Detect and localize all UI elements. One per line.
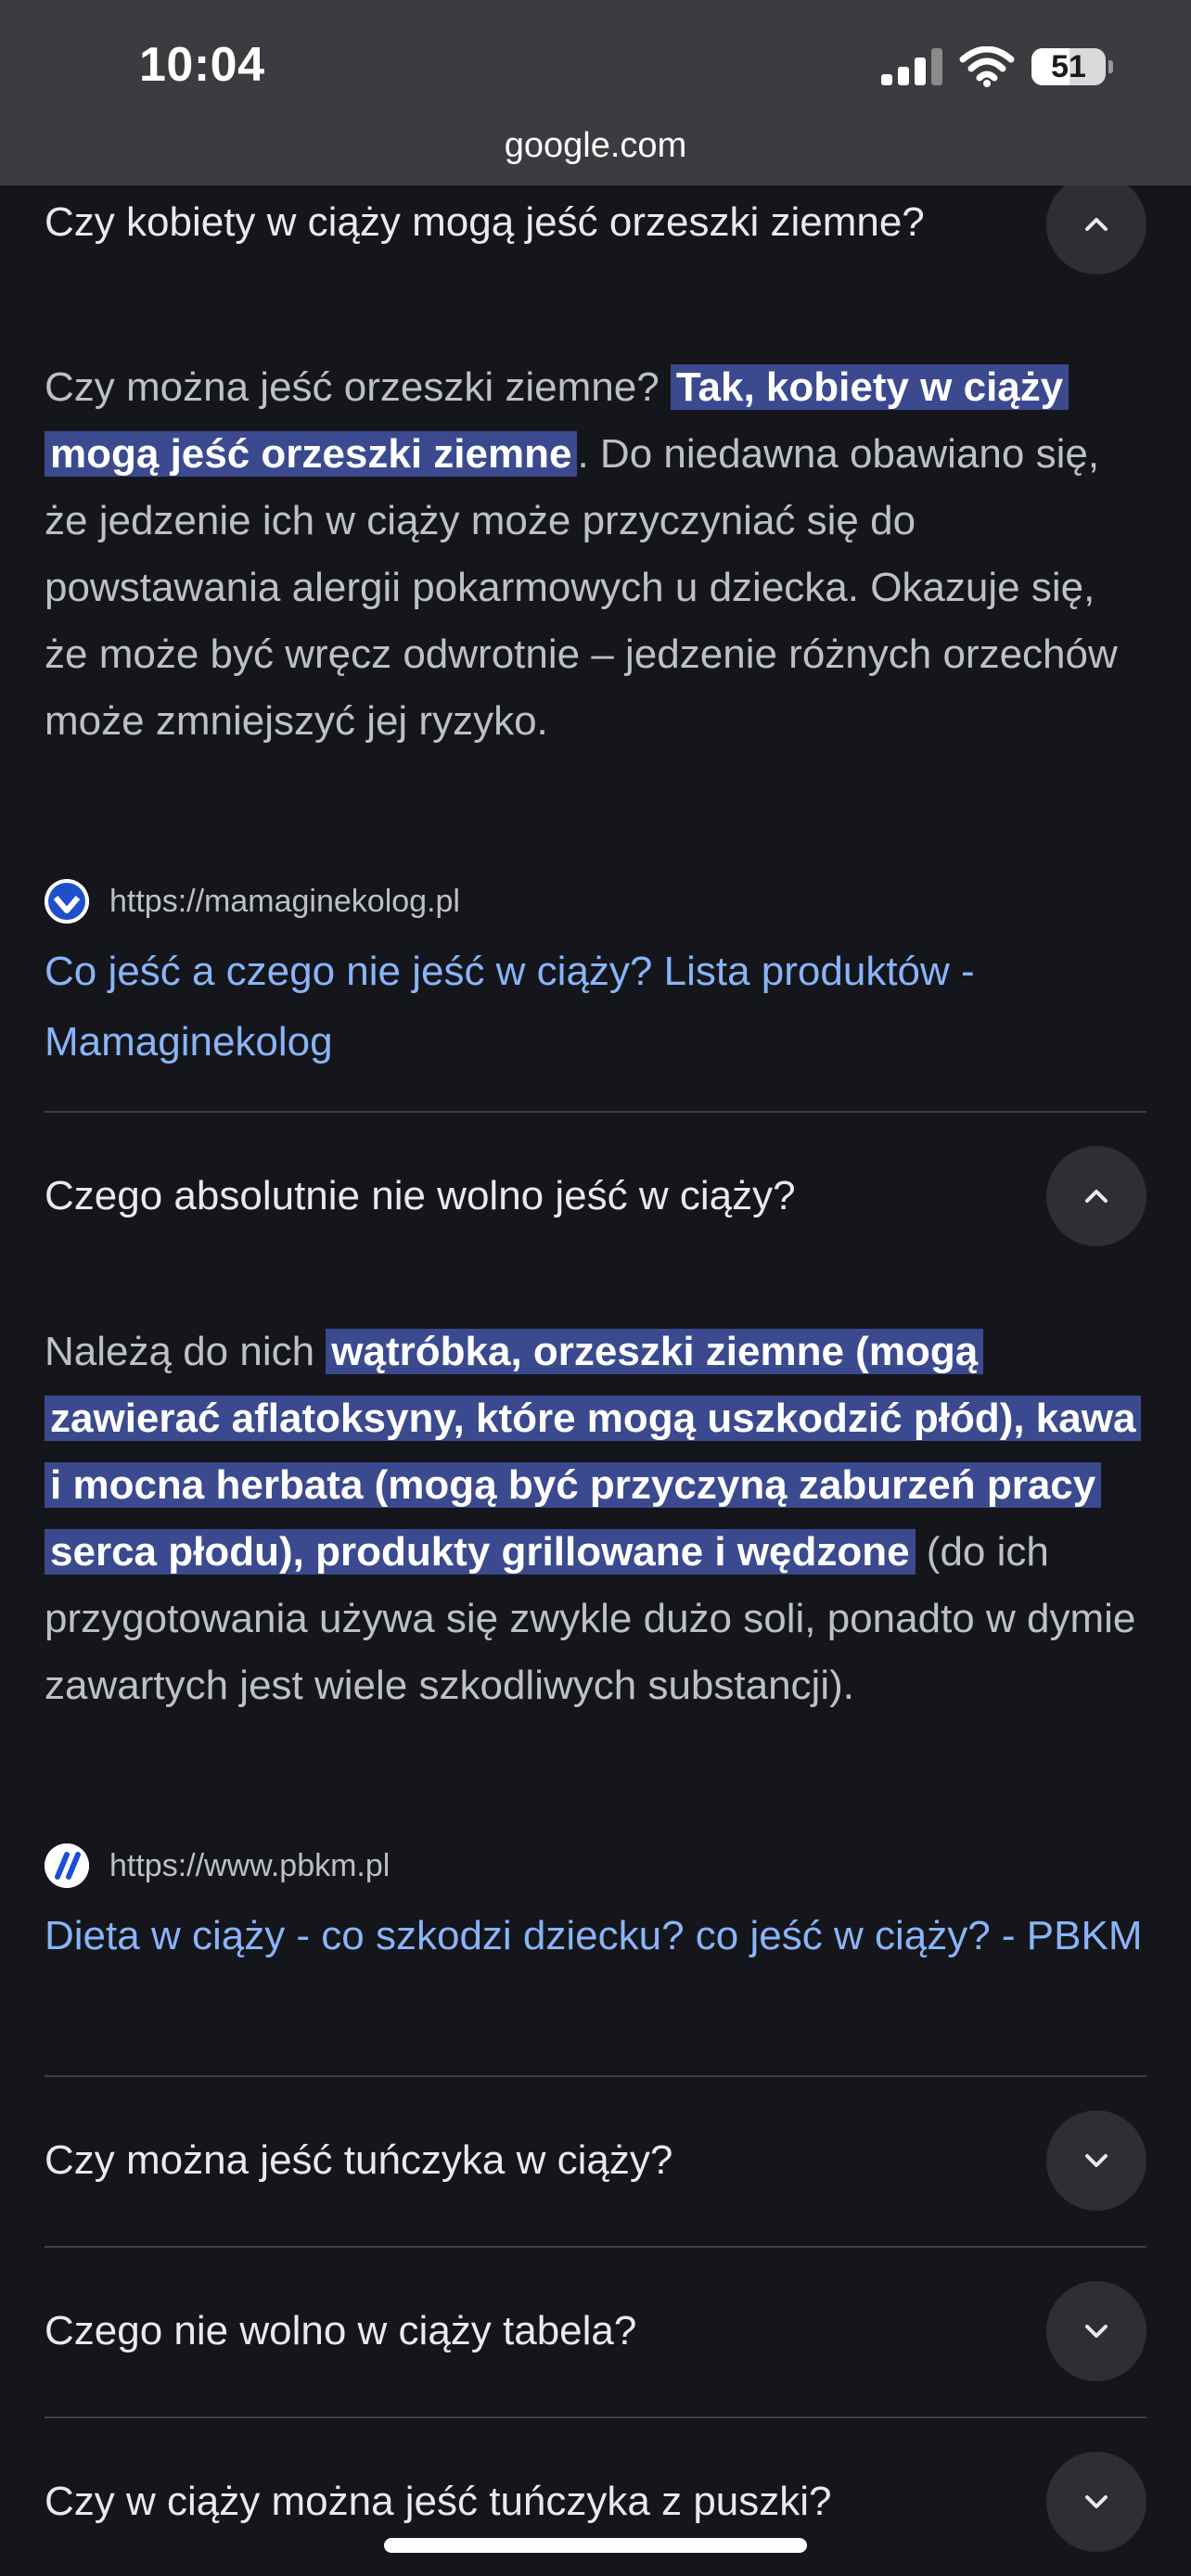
faq-question-text: Czego nie wolno w ciąży tabela?: [45, 2308, 637, 2353]
chevron-down-icon: [1085, 2154, 1108, 2167]
chevron-down-icon: [1085, 2325, 1108, 2338]
status-icons: 51: [881, 46, 1113, 87]
source-row-2[interactable]: https://www.pbkm.pl: [45, 1843, 390, 1888]
faq-question-3[interactable]: Czy można jeść tuńczyka w ciąży?: [45, 2111, 1146, 2211]
expand-chevron-button[interactable]: [1046, 2281, 1146, 2381]
expand-chevron-button[interactable]: [1046, 2111, 1146, 2211]
battery-icon: 51: [1031, 48, 1113, 85]
home-indicator[interactable]: [384, 2538, 807, 2553]
faq-question-4[interactable]: Czego nie wolno w ciąży tabela?: [45, 2281, 1146, 2381]
faq-answer-2: Należą do nich wątróbka, orzeszki ziemne…: [45, 1319, 1146, 1719]
faq-answer-1: Czy można jeść orzeszki ziemne? Tak, kob…: [45, 354, 1146, 755]
faq-question-2[interactable]: Czego absolutnie nie wolno jeść w ciąży?: [45, 1146, 1146, 1246]
source-url: https://www.pbkm.pl: [109, 1847, 391, 1883]
faq-question-text: Czy kobiety w ciąży mogą jeść orzeszki z…: [45, 199, 925, 245]
status-time: 10:04: [139, 38, 265, 92]
collapse-chevron-button[interactable]: [1046, 1146, 1146, 1246]
divider: [45, 2246, 1146, 2248]
source-url: https://mamaginekolog.pl: [109, 883, 460, 919]
faq-question-text: Czego absolutnie nie wolno jeść w ciąży?: [45, 1173, 796, 1218]
answer-text-continued: . Do niedawna obawiano się, że jedzenie …: [45, 431, 1118, 744]
source-link-1[interactable]: Co jeść a czego nie jeść w ciąży? Lista …: [45, 937, 1146, 1078]
battery-percentage: 51: [1051, 48, 1086, 84]
google-search-page: Czy kobiety w ciąży mogą jeść orzeszki z…: [0, 0, 1191, 2576]
pbkm-favicon-icon: [45, 1843, 89, 1888]
collapse-chevron-button[interactable]: [1046, 174, 1146, 274]
wifi-icon: [959, 46, 1015, 87]
answer-text: Należą do nich: [45, 1329, 327, 1374]
chevron-up-icon: [1085, 218, 1108, 231]
divider: [45, 1111, 1146, 1113]
faq-question-1[interactable]: Czy kobiety w ciąży mogą jeść orzeszki z…: [45, 174, 1146, 274]
status-bar: 10:04 51 google.com: [0, 0, 1191, 185]
source-row-1[interactable]: https://mamaginekolog.pl: [45, 879, 460, 924]
source-link-2[interactable]: Dieta w ciąży - co szkodzi dziecku? co j…: [45, 1901, 1146, 1971]
cellular-signal-icon: [881, 48, 942, 85]
url-bar[interactable]: google.com: [0, 126, 1191, 166]
faq-question-text: Czy w ciąży można jeść tuńczyka z puszki…: [45, 2479, 832, 2524]
answer-text: Czy można jeść orzeszki ziemne?: [45, 364, 671, 410]
faq-question-text: Czy można jeść tuńczyka w ciąży?: [45, 2137, 673, 2183]
expand-chevron-button[interactable]: [1046, 2452, 1146, 2552]
chevron-down-icon: [1085, 2495, 1108, 2508]
divider: [45, 2417, 1146, 2418]
faq-question-5[interactable]: Czy w ciąży można jeść tuńczyka z puszki…: [45, 2452, 1146, 2552]
chevron-up-icon: [1085, 1190, 1108, 1203]
divider: [45, 2075, 1146, 2077]
mamaginekolog-favicon-icon: [45, 879, 89, 924]
